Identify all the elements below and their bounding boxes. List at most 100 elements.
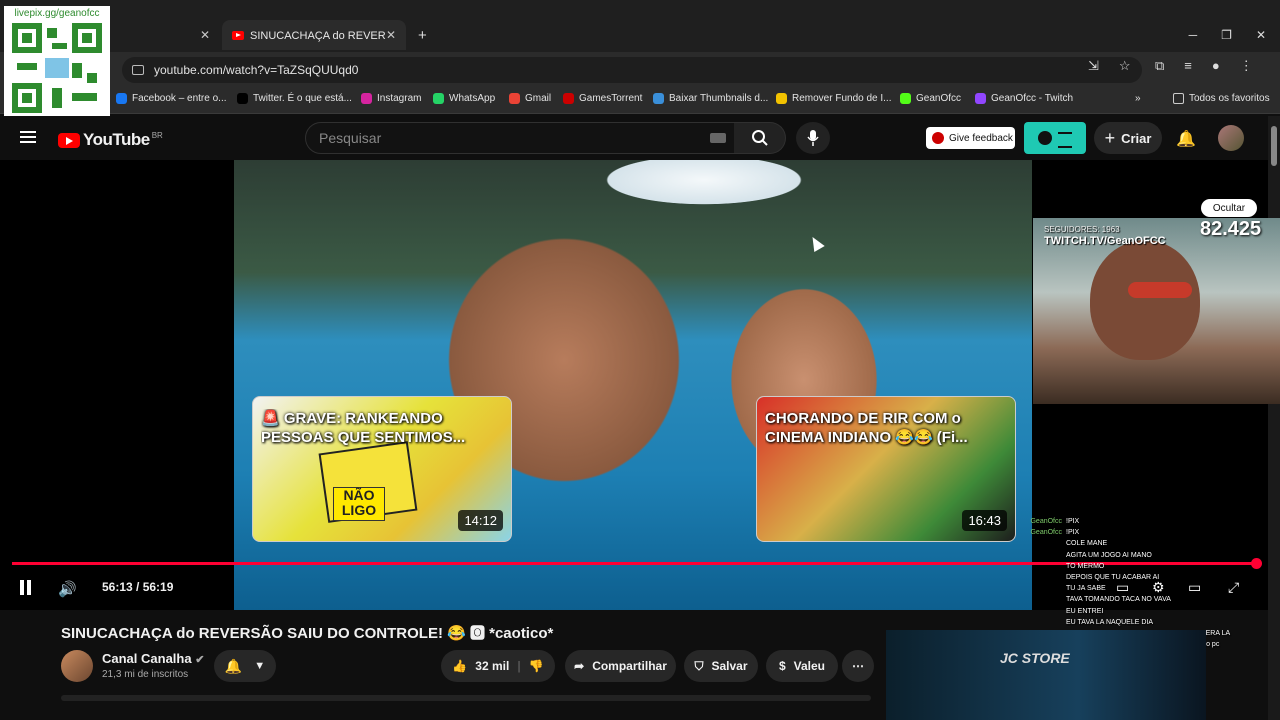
scrollbar-thumb[interactable] [1271,126,1277,166]
chat-username [1022,572,1062,583]
media-control-icon[interactable]: ≡ [1184,58,1192,74]
bookmark-gamestorrent[interactable]: GamesTorrent [563,93,642,104]
qr-code-icon [12,23,102,113]
minimize-icon[interactable]: ─ [1189,28,1198,42]
thumbs-down-icon[interactable]: 👎 [529,659,544,673]
end-card-title: CHORANDO DE RIR COM o CINEMA INDIANO 😂😂 … [765,410,968,446]
thumbs-up-icon: 👍 [452,659,468,673]
profile-icon[interactable]: ● [1212,58,1220,74]
chat-username: GeanOfcc [1030,529,1062,537]
chat-message: GeanOfcc !PIX [1022,516,1272,527]
end-card-duration: 16:43 [962,510,1007,531]
close-tab-icon[interactable]: ✕ [386,28,396,42]
window-controls: ─ ❐ ✕ [1189,20,1280,50]
kick-icon [900,93,911,104]
bookmark-whatsapp[interactable]: WhatsApp [433,93,495,104]
site-info-icon[interactable] [132,65,144,75]
more-actions-icon[interactable]: ⋯ [842,650,874,682]
bookmark-thumbnails[interactable]: Baixar Thumbnails d... [653,93,768,104]
bookmark-star-icon[interactable]: ☆ [1119,58,1131,74]
chat-message: TAVA TOMANDO TACA NO VAVA [1022,594,1272,605]
end-screen-card[interactable]: NÃO LIGO 🚨 GRAVE: RANKEANDO PESSOAS QUE … [252,396,512,542]
recommended-video-thumbnail[interactable] [886,630,1206,720]
chat-message: GeanOfcc !PIX [1022,527,1272,538]
search-button[interactable] [734,122,786,154]
share-button[interactable]: ➦ Compartilhar [565,650,676,682]
bookmark-instagram[interactable]: Instagram [361,93,421,104]
thanks-button[interactable]: $ Valeu [766,650,838,682]
chat-text: TAVA TOMANDO TACA NO VAVA [1066,596,1171,604]
folder-icon [1173,93,1184,104]
more-bookmarks-icon[interactable]: » [1135,93,1141,104]
new-tab-icon[interactable]: + [418,27,427,44]
search-input[interactable]: Pesquisar [305,122,735,154]
create-button[interactable]: + Criar [1094,122,1162,154]
instagram-icon [361,93,372,104]
hide-button[interactable]: Ocultar [1201,199,1257,217]
bookmark-remove-bg[interactable]: Remover Fundo de I... [776,93,892,104]
chat-message: EU TAVA LA NAQUELE DIA [1022,617,1272,628]
chat-message: TO MERMO [1022,561,1272,572]
install-icon[interactable]: ⇲ [1088,58,1099,74]
extension-button[interactable] [1024,122,1086,154]
all-favorites[interactable]: Todos os favoritos [1173,93,1270,104]
keyboard-icon[interactable] [710,133,726,143]
description-box[interactable] [61,695,871,701]
browser-menu-icon[interactable]: ⋮ [1240,58,1253,74]
restore-icon[interactable]: ❐ [1221,28,1232,42]
bookmark-facebook[interactable]: Facebook – entre o... [116,93,227,104]
voice-search-button[interactable] [796,122,830,154]
share-icon: ➦ [574,659,585,673]
volume-icon[interactable]: 🔊 [58,580,77,598]
bookmark-twitch[interactable]: GeanOfcc - Twitch [975,93,1073,104]
chat-message: COLE MANE [1022,538,1272,549]
give-feedback-button[interactable]: Give feedback [926,127,1015,149]
settings-gear-icon[interactable]: ⚙ [1152,579,1165,596]
twitch-channel-text: TWITCH.TV/GeanOFCC [1044,235,1166,247]
address-actions: ⇲ ☆ [1088,58,1131,74]
end-card-duration: 14:12 [458,510,503,531]
end-screen-card[interactable]: CHORANDO DE RIR COM o CINEMA INDIANO 😂😂 … [756,396,1016,542]
bookmark-twitter[interactable]: Twitter. É o que está... [237,93,352,104]
browser-toolbar: ⧉ ≡ ● ⋮ [1155,58,1253,74]
streamer-face [1090,240,1200,360]
chat-username [1022,594,1062,605]
subscriber-count: 82.425 [1200,218,1262,240]
subtitles-icon[interactable]: ▭ [1116,579,1129,596]
chat-username [1022,538,1062,549]
close-tab-icon[interactable]: ✕ [200,28,210,42]
youtube-logo[interactable]: YouTube BR [58,130,163,150]
bookmark-gmail[interactable]: Gmail [509,93,551,104]
notifications-bell-icon[interactable]: 🔔 [1176,129,1196,149]
url-field[interactable]: youtube.com/watch?v=TaZSqQUUqd0 [122,57,1142,83]
chat-text: AGITA UM JOGO AI MANO [1066,551,1152,559]
user-avatar[interactable] [1218,125,1244,151]
extensions-icon[interactable]: ⧉ [1155,58,1164,74]
thumbnails-icon [653,93,664,104]
browser-tab-active[interactable]: SINUCACHAÇA do REVERSÃO SAIU DO CONTROLE… [222,20,406,50]
thanks-icon: $ [778,659,786,673]
close-window-icon[interactable]: ✕ [1256,28,1266,42]
pause-icon[interactable] [19,580,33,595]
subscriber-count-text: 21,3 mi de inscritos [102,669,189,680]
channel-avatar[interactable] [61,650,93,682]
channel-name[interactable]: Canal Canalha ✔ [102,651,204,666]
chat-text: COLE MANE [1066,540,1108,548]
time-display: 56:13 / 56:19 [102,580,174,594]
save-button[interactable]: ⛉ Salvar [684,650,758,682]
hamburger-menu-icon[interactable] [20,131,36,143]
browser-tab[interactable]: ✕ [112,20,220,50]
video-frame[interactable] [234,160,1032,610]
youtube-favicon-icon [232,30,244,40]
chat-username [1022,561,1062,572]
bookmark-kick[interactable]: GeanOfcc [900,93,961,104]
chat-text: !PIX [1066,529,1080,537]
video-title: SINUCACHAÇA do REVERSÃO SAIU DO CONTROLE… [61,625,554,642]
theater-mode-icon[interactable]: ▭ [1188,579,1201,596]
twitch-icon [975,93,986,104]
like-button[interactable]: 👍 32 mil | 👎 [441,650,555,682]
verified-icon: ✔ [195,654,205,666]
subscription-bell-button[interactable]: 🔔 ▼ [214,650,276,682]
microphone-icon [807,130,819,146]
fullscreen-icon[interactable]: ⤢ [1228,579,1239,596]
